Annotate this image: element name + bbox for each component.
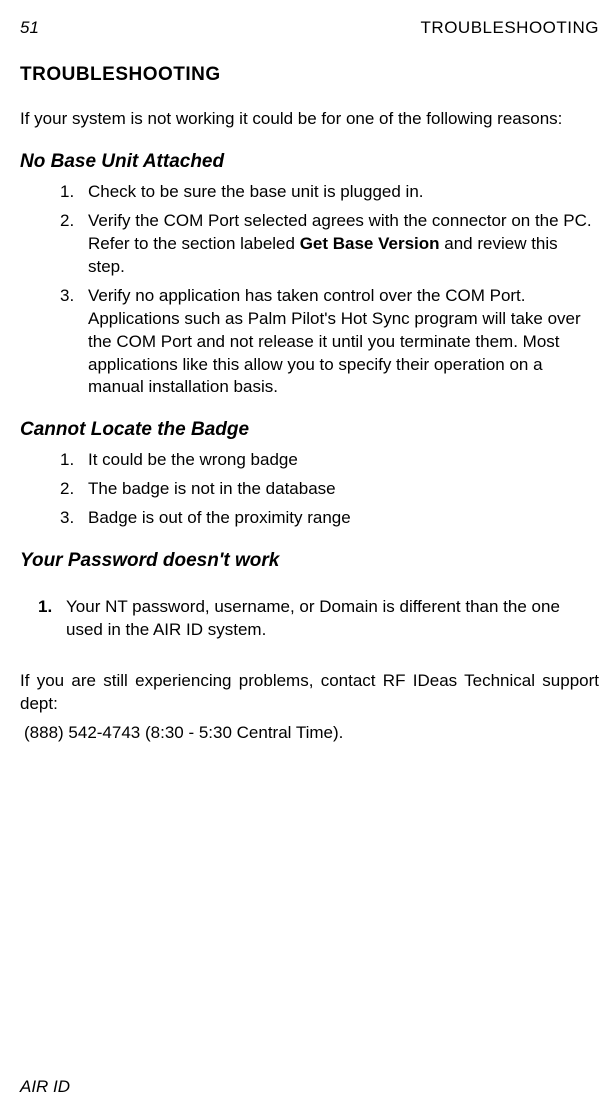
list-item: 1. It could be the wrong badge — [60, 449, 599, 472]
intro-paragraph: If your system is not working it could b… — [20, 108, 599, 131]
item-text: Verify no application has taken control … — [88, 286, 581, 397]
item-text: Badge is out of the proximity range — [88, 508, 351, 527]
closing-paragraph: If you are still experiencing problems, … — [20, 670, 599, 716]
item-number: 1. — [60, 181, 74, 204]
list-item: 3. Badge is out of the proximity range — [60, 507, 599, 530]
section2-title: Cannot Locate the Badge — [20, 419, 599, 441]
section1-title: No Base Unit Attached — [20, 151, 599, 173]
item-number: 3. — [60, 507, 74, 530]
list-item: 2. Verify the COM Port selected agrees w… — [60, 210, 599, 279]
item-number: 2. — [60, 210, 74, 233]
item-number: 3. — [60, 285, 74, 308]
section2-list: 1. It could be the wrong badge 2. The ba… — [20, 449, 599, 530]
list-item: 3. Verify no application has taken contr… — [60, 285, 599, 400]
phone-line: (888) 542-4743 (8:30 - 5:30 Central Time… — [20, 722, 599, 745]
header-title: TROUBLESHOOTING — [421, 18, 599, 38]
item-text: The badge is not in the database — [88, 479, 336, 498]
section3-list: 1. Your NT password, username, or Domain… — [20, 596, 599, 642]
item-text: Check to be sure the base unit is plugge… — [88, 182, 424, 201]
item-number: 1. — [60, 449, 74, 472]
item-number: 1. — [38, 596, 52, 619]
list-item: 2. The badge is not in the database — [60, 478, 599, 501]
list-item: 1. Your NT password, username, or Domain… — [38, 596, 599, 642]
section3-title: Your Password doesn't work — [20, 550, 599, 572]
page-number: 51 — [20, 18, 39, 38]
item-text: It could be the wrong badge — [88, 450, 298, 469]
item-number: 2. — [60, 478, 74, 501]
page-header: 51 TROUBLESHOOTING — [20, 18, 599, 38]
item-text-bold: Get Base Version — [300, 234, 440, 253]
section1-list: 1. Check to be sure the base unit is plu… — [20, 181, 599, 399]
main-title: TROUBLESHOOTING — [20, 64, 599, 86]
list-item: 1. Check to be sure the base unit is plu… — [60, 181, 599, 204]
item-text: Your NT password, username, or Domain is… — [66, 597, 560, 639]
footer-text: AIR ID — [20, 1077, 70, 1097]
